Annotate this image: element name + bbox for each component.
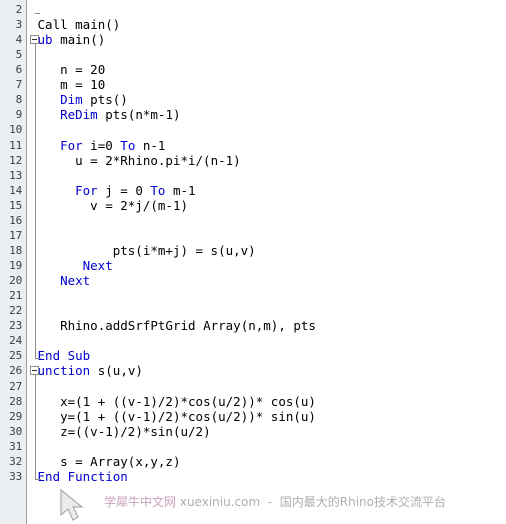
- line-number: 18: [9, 243, 22, 257]
- code-token: j = 0: [97, 182, 151, 198]
- code-token: n-1: [135, 137, 166, 153]
- line-number: 33: [9, 469, 22, 483]
- line-number: 21: [9, 289, 22, 303]
- code-folding-column[interactable]: [28, 0, 44, 524]
- code-token: y=(1 + ((v-1)/2)*cos(u/2))* sin(u): [60, 408, 316, 424]
- code-token: main(): [52, 32, 106, 48]
- code-editor[interactable]: 2 3 4 5 6 7 8 9 10 11 12 13 14 15 16 17 18 19 20 21 22 23 24 25…: [0, 0, 506, 524]
- keyword-token: To: [150, 182, 166, 198]
- line-number: 11: [9, 138, 22, 152]
- keyword-token: End Function: [37, 468, 128, 484]
- line-number: 17: [9, 228, 22, 242]
- line-number: 27: [9, 379, 22, 393]
- line-number: 19: [9, 259, 22, 273]
- code-line[interactable]: m = 10: [60, 77, 105, 92]
- line-number: 10: [9, 123, 22, 137]
- line-number: 12: [9, 153, 22, 167]
- line-number: 29: [9, 409, 22, 423]
- line-number: 13: [9, 168, 22, 182]
- code-token: n = 20: [60, 62, 106, 78]
- line-number: 28: [9, 394, 22, 408]
- line-number: 3: [15, 18, 23, 32]
- fold-toggle-icon[interactable]: [30, 35, 39, 45]
- code-content-area[interactable]: Call main() Sub main() n = 20 m = 10 Dim pts…: [30, 0, 506, 524]
- fold-guide-line: [35, 44, 41, 360]
- line-number: 16: [9, 213, 22, 227]
- line-number: 14: [9, 183, 22, 197]
- code-token: v = 2*j/(m-1): [90, 197, 188, 213]
- line-number: 32: [9, 454, 22, 468]
- code-token: s = Array(x,y,z): [60, 453, 181, 469]
- line-number: 9: [15, 108, 23, 122]
- line-number: 22: [9, 304, 22, 318]
- line-number: 6: [15, 63, 23, 77]
- code-token: i=0: [82, 137, 121, 153]
- code-line[interactable]: For j = 0 To m-1: [75, 183, 195, 198]
- line-number: 26: [9, 364, 22, 378]
- code-line[interactable]: z=((v-1)/2)*sin(u/2): [60, 424, 211, 439]
- code-token: pts(i*m+j) = s(u,v): [112, 242, 256, 258]
- code-token: m = 10: [60, 77, 106, 93]
- keyword-token: For: [75, 182, 98, 198]
- code-line[interactable]: Function s(u,v): [30, 363, 143, 378]
- code-token: Rhino.addSrfPtGrid Array(n,m), pts: [60, 318, 316, 334]
- code-token: x=(1 + ((v-1)/2)*cos(u/2))* cos(u): [60, 393, 316, 409]
- code-line[interactable]: y=(1 + ((v-1)/2)*cos(u/2))* sin(u): [60, 409, 316, 424]
- code-line[interactable]: Next: [83, 258, 113, 273]
- fold-toggle-icon[interactable]: [30, 366, 39, 376]
- keyword-token: Next: [60, 273, 91, 289]
- line-number: 24: [9, 334, 22, 348]
- line-number: 25: [9, 349, 22, 363]
- code-line[interactable]: n = 20: [60, 62, 105, 77]
- code-line[interactable]: pts(i*m+j) = s(u,v): [113, 243, 256, 258]
- keyword-token: To: [120, 137, 136, 153]
- line-number: 2: [15, 3, 23, 16]
- code-line[interactable]: End Sub: [38, 348, 91, 363]
- code-line[interactable]: For i=0 To n-1: [60, 138, 165, 153]
- code-line[interactable]: Call main(): [38, 17, 121, 32]
- line-number: 7: [15, 78, 23, 92]
- code-token: Call main(): [37, 17, 121, 33]
- fold-region-cap: [35, 13, 40, 15]
- code-token: pts(): [82, 92, 128, 108]
- keyword-token: ReDim: [60, 107, 98, 123]
- fold-guide-line: [35, 375, 41, 480]
- line-number: 4: [15, 33, 23, 47]
- code-line[interactable]: End Function: [38, 469, 128, 484]
- code-line[interactable]: s = Array(x,y,z): [60, 454, 180, 469]
- keyword-token: Dim: [60, 92, 83, 108]
- code-token: u = 2*Rhino.pi*i/(n-1): [75, 152, 241, 168]
- keyword-token: End Sub: [37, 348, 91, 364]
- code-line[interactable]: x=(1 + ((v-1)/2)*cos(u/2))* cos(u): [60, 394, 316, 409]
- code-line[interactable]: Rhino.addSrfPtGrid Array(n,m), pts: [60, 318, 316, 333]
- code-line[interactable]: u = 2*Rhino.pi*i/(n-1): [75, 153, 241, 168]
- line-number: 8: [15, 93, 23, 107]
- code-token: z=((v-1)/2)*sin(u/2): [60, 423, 211, 439]
- line-number: 30: [9, 424, 22, 438]
- line-number: 23: [9, 319, 22, 333]
- line-number-gutter: 2 3 4 5 6 7 8 9 10 11 12 13 14 15 16 17 18 19 20 21 22 23 24 25…: [0, 0, 27, 524]
- code-token: s(u,v): [90, 363, 143, 379]
- code-line[interactable]: v = 2*j/(m-1): [90, 198, 188, 213]
- code-line[interactable]: Dim pts(): [60, 92, 128, 107]
- line-number: 5: [15, 48, 23, 62]
- code-token: m-1: [165, 182, 196, 198]
- keyword-token: Next: [82, 258, 113, 274]
- code-line[interactable]: ReDim pts(n*m-1): [60, 107, 180, 122]
- keyword-token: For: [60, 137, 83, 153]
- line-number: 15: [9, 198, 22, 212]
- line-number: 20: [9, 274, 22, 288]
- code-token: pts(n*m-1): [97, 107, 181, 123]
- line-number: 31: [9, 439, 22, 453]
- code-line[interactable]: Next: [60, 273, 90, 288]
